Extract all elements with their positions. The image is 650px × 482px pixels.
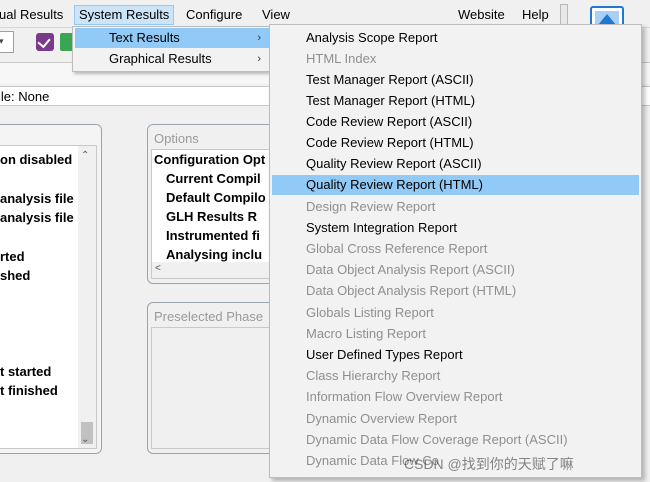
- watermark: CSDN @找到你的天赋了嘛: [404, 456, 574, 472]
- menu-item-design-review-report: Design Review Report: [306, 199, 436, 214]
- menu-item-quality-review-report-ascii[interactable]: Quality Review Report (ASCII): [272, 154, 639, 174]
- status-row: t finished: [0, 383, 58, 398]
- menu-item-text-results[interactable]: Text Results ›: [75, 28, 269, 48]
- options-panel: Options Configuration Opt Current Compil…: [147, 124, 275, 284]
- menu-item-macro-listing-report: Macro Listing Report: [306, 326, 426, 341]
- text-results-submenu: Analysis Scope Report HTML Index Test Ma…: [269, 24, 642, 478]
- check-icon[interactable]: [36, 33, 54, 51]
- scroll-down-arrow-icon[interactable]: ⌄: [81, 434, 89, 445]
- status-row: analysis file: [0, 210, 74, 225]
- left-status-panel: on disabled analysis file analysis file …: [0, 124, 102, 454]
- toolbar-dropdown[interactable]: ▾: [0, 31, 14, 53]
- chevron-right-icon: ›: [257, 53, 261, 65]
- menu-item-code-review-report-html[interactable]: Code Review Report (HTML): [272, 133, 639, 153]
- options-row[interactable]: Configuration Opt: [154, 152, 265, 167]
- menu-item-graphical-results[interactable]: Graphical Results ›: [75, 49, 269, 69]
- menu-view[interactable]: View: [259, 6, 293, 24]
- menu-item-information-flow-overview-report: Information Flow Overview Report: [306, 389, 503, 404]
- menu-item-user-defined-types-report[interactable]: User Defined Types Report: [272, 345, 639, 365]
- system-results-dropdown: Text Results › Graphical Results ›: [72, 26, 272, 72]
- left-vertical-scrollbar[interactable]: ⌃ ⌄: [78, 146, 96, 448]
- options-row[interactable]: GLH Results R: [166, 209, 257, 224]
- phases-panel-title: Preselected Phase: [154, 309, 264, 324]
- phases-list: [151, 327, 274, 449]
- menu-item-test-manager-report-ascii[interactable]: Test Manager Report (ASCII): [272, 70, 639, 90]
- menu-item-global-cross-reference-report: Global Cross Reference Report: [306, 241, 488, 256]
- status-row: shed: [0, 268, 31, 283]
- menu-item-html-index: HTML Index: [306, 51, 377, 66]
- preselected-phases-panel: Preselected Phase: [147, 302, 275, 454]
- menu-website[interactable]: Website: [455, 6, 508, 24]
- options-row[interactable]: Current Compil: [166, 171, 261, 186]
- menu-item-code-review-report-ascii[interactable]: Code Review Report (ASCII): [272, 112, 639, 132]
- options-panel-title: Options: [154, 131, 199, 146]
- menu-item-label: Text Results: [109, 30, 180, 45]
- options-row[interactable]: Default Compilo: [166, 190, 266, 205]
- menu-separator: [560, 4, 568, 26]
- options-row[interactable]: Instrumented fi: [166, 228, 260, 243]
- scroll-left-arrow-icon[interactable]: <: [155, 263, 161, 274]
- status-row: analysis file: [0, 191, 74, 206]
- menu-item-dynamic-data-flow-coverage-report-ascii: Dynamic Data Flow Coverage Report (ASCII…: [306, 432, 568, 447]
- menu-item-test-manager-report-html[interactable]: Test Manager Report (HTML): [272, 91, 639, 111]
- menu-item-dynamic-overview-report: Dynamic Overview Report: [306, 411, 457, 426]
- menu-configure[interactable]: Configure: [183, 6, 245, 24]
- menu-item-analysis-scope-report[interactable]: Analysis Scope Report: [272, 28, 639, 48]
- menu-item-label: Graphical Results: [109, 51, 212, 66]
- menu-item-data-object-analysis-report-ascii: Data Object Analysis Report (ASCII): [306, 262, 515, 277]
- status-row: on disabled: [0, 152, 73, 167]
- left-status-list-container: on disabled analysis file analysis file …: [0, 145, 97, 449]
- file-label: ile: None: [0, 89, 50, 104]
- chevron-right-icon: ›: [257, 32, 261, 44]
- status-row: t started: [0, 364, 52, 379]
- menu-item-quality-review-report-html[interactable]: Quality Review Report (HTML): [272, 175, 639, 195]
- menu-item-data-object-analysis-report-html: Data Object Analysis Report (HTML): [306, 283, 517, 298]
- menu-system-results[interactable]: System Results: [74, 5, 175, 25]
- menu-item-globals-listing-report: Globals Listing Report: [306, 305, 434, 320]
- options-tree: Configuration Opt Current Compil Default…: [151, 149, 274, 279]
- menu-visual-results[interactable]: ual Results: [0, 6, 66, 24]
- options-row[interactable]: Analysing inclu: [166, 247, 262, 262]
- scroll-up-arrow-icon[interactable]: ⌃: [81, 150, 89, 161]
- menu-item-system-integration-report[interactable]: System Integration Report: [272, 218, 639, 238]
- status-row: rted: [0, 249, 25, 264]
- menu-item-class-hierarchy-report: Class Hierarchy Report: [306, 368, 441, 383]
- menu-help[interactable]: Help: [519, 6, 552, 24]
- options-horizontal-scrollbar[interactable]: <: [152, 262, 273, 278]
